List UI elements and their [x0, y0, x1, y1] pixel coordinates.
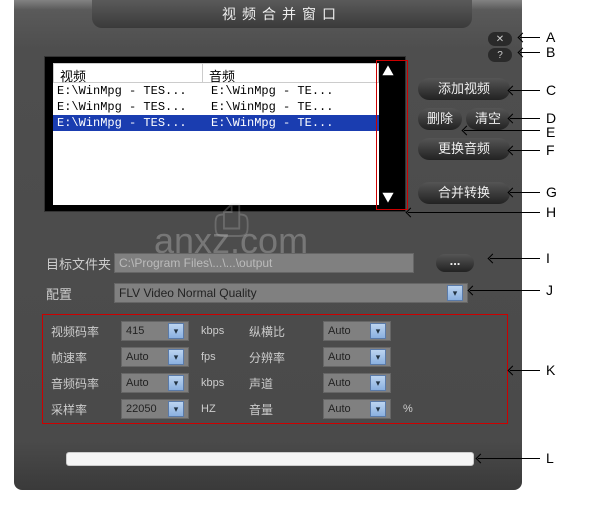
- callout-line: [520, 37, 540, 38]
- callout-line: [470, 290, 540, 291]
- clear-button[interactable]: 清空: [466, 108, 510, 130]
- progress-bar: [66, 452, 474, 466]
- resolution-select[interactable]: Auto▾: [323, 347, 391, 367]
- unit-kbps: kbps: [201, 325, 243, 337]
- cell-video: E:\WinMpg - TES...: [53, 99, 207, 115]
- list-row[interactable]: E:\WinMpg - TES... E:\WinMpg - TE...: [53, 83, 379, 99]
- window-title: 视频合并窗口: [222, 6, 342, 22]
- callout-line: [510, 370, 540, 371]
- target-folder-label: 目标文件夹: [46, 254, 114, 273]
- callout: K: [546, 362, 555, 378]
- callout: B: [546, 44, 555, 60]
- framerate-select[interactable]: Auto▾: [121, 347, 189, 367]
- callout-line: [490, 258, 540, 259]
- cell-audio: E:\WinMpg - TE...: [207, 83, 379, 99]
- profile-value: FLV Video Normal Quality: [119, 286, 257, 300]
- callout-line: [478, 458, 540, 459]
- callout-line: [510, 118, 540, 119]
- col-header-audio[interactable]: 音频: [203, 63, 379, 83]
- callout: J: [546, 282, 553, 298]
- callout: I: [546, 250, 550, 266]
- audio-bitrate-select[interactable]: Auto▾: [121, 373, 189, 393]
- list-row[interactable]: E:\WinMpg - TES... E:\WinMpg - TE...: [53, 99, 379, 115]
- resolution-label: 分辨率: [249, 349, 317, 366]
- callout-line: [510, 150, 540, 151]
- merge-window: 视频合并窗口 ✕ ? 视频 音频 E:\WinMpg - TES... E:\W…: [14, 0, 522, 490]
- callout: A: [546, 29, 555, 45]
- unit-fps: fps: [201, 351, 243, 363]
- list-header: 视频 音频: [53, 63, 379, 83]
- titlebar: 视频合并窗口: [92, 0, 472, 28]
- callout: E: [546, 124, 555, 140]
- unit-percent: %: [403, 403, 419, 415]
- browse-button[interactable]: ...: [436, 254, 474, 272]
- callout-line: [464, 130, 540, 131]
- chevron-down-icon: ▾: [370, 375, 386, 391]
- file-list-panel: 视频 音频 E:\WinMpg - TES... E:\WinMpg - TE.…: [44, 56, 406, 212]
- params-panel: 视频码率 415▾ kbps 纵横比 Auto▾ 帧速率 Auto▾ fps 分…: [42, 314, 508, 424]
- help-icon[interactable]: ?: [488, 48, 512, 62]
- chevron-down-icon: ▾: [168, 375, 184, 391]
- target-folder-input[interactable]: [114, 253, 414, 273]
- volume-select[interactable]: Auto▾: [323, 399, 391, 419]
- cell-video: E:\WinMpg - TES...: [53, 115, 207, 131]
- profile-label: 配置: [46, 284, 114, 303]
- callout-line: [510, 90, 540, 91]
- callout: G: [546, 184, 557, 200]
- framerate-label: 帧速率: [51, 349, 115, 366]
- chevron-down-icon: ▾: [168, 323, 184, 339]
- aspect-select[interactable]: Auto▾: [323, 321, 391, 341]
- callout-line: [408, 212, 540, 213]
- delete-button[interactable]: 删除: [418, 108, 462, 130]
- chevron-down-icon: ▾: [370, 323, 386, 339]
- add-video-button[interactable]: 添加视频: [418, 78, 510, 100]
- list-scroll-strip: [379, 63, 397, 205]
- unit-kbps2: kbps: [201, 377, 243, 389]
- replace-audio-button[interactable]: 更换音频: [418, 138, 510, 160]
- chevron-down-icon: ▾: [168, 401, 184, 417]
- video-bitrate-label: 视频码率: [51, 323, 115, 340]
- chevron-down-icon: ▾: [168, 349, 184, 365]
- samplerate-label: 采样率: [51, 401, 115, 418]
- chevron-down-icon: ▾: [370, 349, 386, 365]
- audio-bitrate-label: 音频码率: [51, 375, 115, 392]
- callout: L: [546, 450, 554, 466]
- chevron-down-icon: ▾: [447, 285, 463, 301]
- col-header-video[interactable]: 视频: [53, 63, 203, 83]
- callout: C: [546, 82, 556, 98]
- channels-select[interactable]: Auto▾: [323, 373, 391, 393]
- volume-label: 音量: [249, 401, 317, 418]
- callout-line: [510, 192, 540, 193]
- cell-audio: E:\WinMpg - TE...: [207, 115, 379, 131]
- cell-video: E:\WinMpg - TES...: [53, 83, 207, 99]
- aspect-label: 纵横比: [249, 323, 317, 340]
- cell-audio: E:\WinMpg - TE...: [207, 99, 379, 115]
- samplerate-select[interactable]: 22050▾: [121, 399, 189, 419]
- move-down-button[interactable]: [380, 189, 396, 205]
- move-up-button[interactable]: [380, 63, 396, 79]
- profile-select[interactable]: FLV Video Normal Quality ▾: [114, 283, 468, 303]
- callout-line: [520, 52, 540, 53]
- list-body[interactable]: E:\WinMpg - TES... E:\WinMpg - TE... E:\…: [53, 83, 379, 131]
- list-row[interactable]: E:\WinMpg - TES... E:\WinMpg - TE...: [53, 115, 379, 131]
- callout: F: [546, 142, 555, 158]
- merge-convert-button[interactable]: 合并转换: [418, 182, 510, 204]
- chevron-down-icon: ▾: [370, 401, 386, 417]
- callout: H: [546, 204, 556, 220]
- video-bitrate-select[interactable]: 415▾: [121, 321, 189, 341]
- channels-label: 声道: [249, 375, 317, 392]
- close-icon[interactable]: ✕: [488, 32, 512, 46]
- unit-hz: HZ: [201, 403, 243, 415]
